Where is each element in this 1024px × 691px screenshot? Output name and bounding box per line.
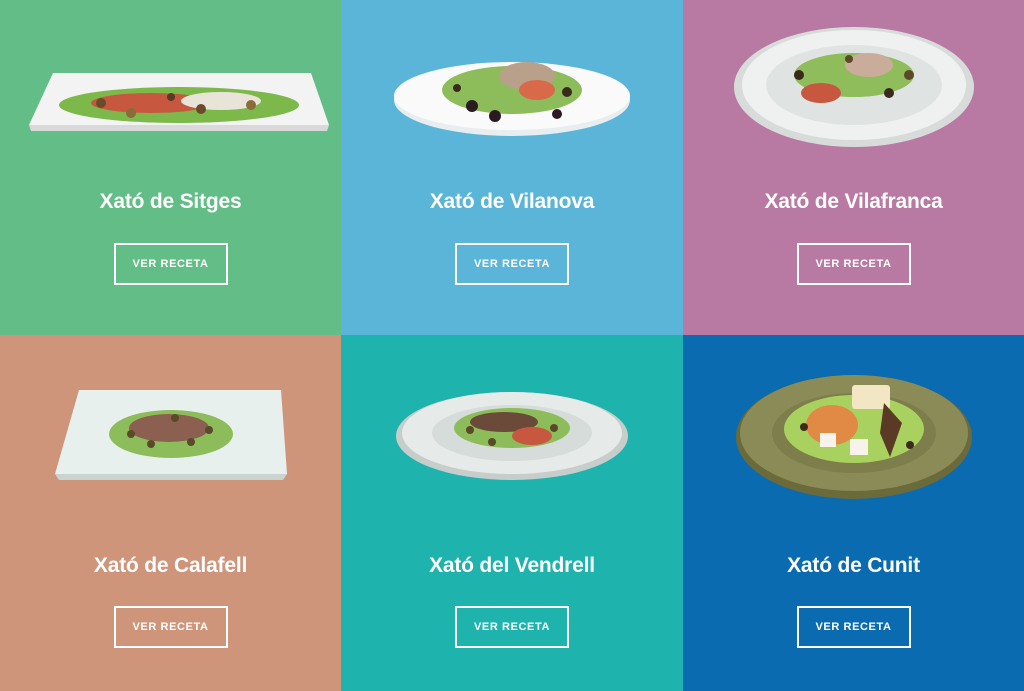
recipe-title[interactable]: Xató de Vilanova — [341, 190, 683, 214]
recipe-tile-sitges: Xató de Sitges VER RECETA — [0, 0, 341, 335]
recipe-title[interactable]: Xató del Vendrell — [341, 554, 683, 578]
dish-image-vendrell[interactable] — [341, 343, 683, 523]
dish-image-calafell[interactable] — [0, 343, 341, 523]
recipe-title[interactable]: Xató de Calafell — [0, 554, 341, 578]
recipe-tile-vilafranca: Xató de Vilafranca VER RECETA — [683, 0, 1024, 335]
recipe-grid: Xató de Sitges VER RECETA Xató de Vilano… — [0, 0, 1024, 691]
recipe-tile-calafell: Xató de Calafell VER RECETA — [0, 335, 341, 691]
recipe-tile-cunit: Xató de Cunit VER RECETA — [683, 335, 1024, 691]
dish-image-sitges[interactable] — [0, 0, 341, 165]
ver-receta-button[interactable]: VER RECETA — [113, 243, 228, 285]
dish-image-cunit[interactable] — [683, 343, 1024, 523]
recipe-tile-vilanova: Xató de Vilanova VER RECETA — [341, 0, 683, 335]
dish-image-vilanova[interactable] — [341, 0, 683, 165]
recipe-title[interactable]: Xató de Sitges — [0, 190, 341, 214]
ver-receta-button[interactable]: VER RECETA — [113, 606, 228, 648]
ver-receta-button[interactable]: VER RECETA — [796, 243, 911, 285]
ver-receta-button[interactable]: VER RECETA — [455, 243, 569, 285]
ver-receta-button[interactable]: VER RECETA — [796, 606, 911, 648]
recipe-tile-vendrell: Xató del Vendrell VER RECETA — [341, 335, 683, 691]
recipe-title[interactable]: Xató de Cunit — [683, 554, 1024, 578]
dish-image-vilafranca[interactable] — [683, 0, 1024, 165]
recipe-title[interactable]: Xató de Vilafranca — [683, 190, 1024, 214]
ver-receta-button[interactable]: VER RECETA — [455, 606, 569, 648]
